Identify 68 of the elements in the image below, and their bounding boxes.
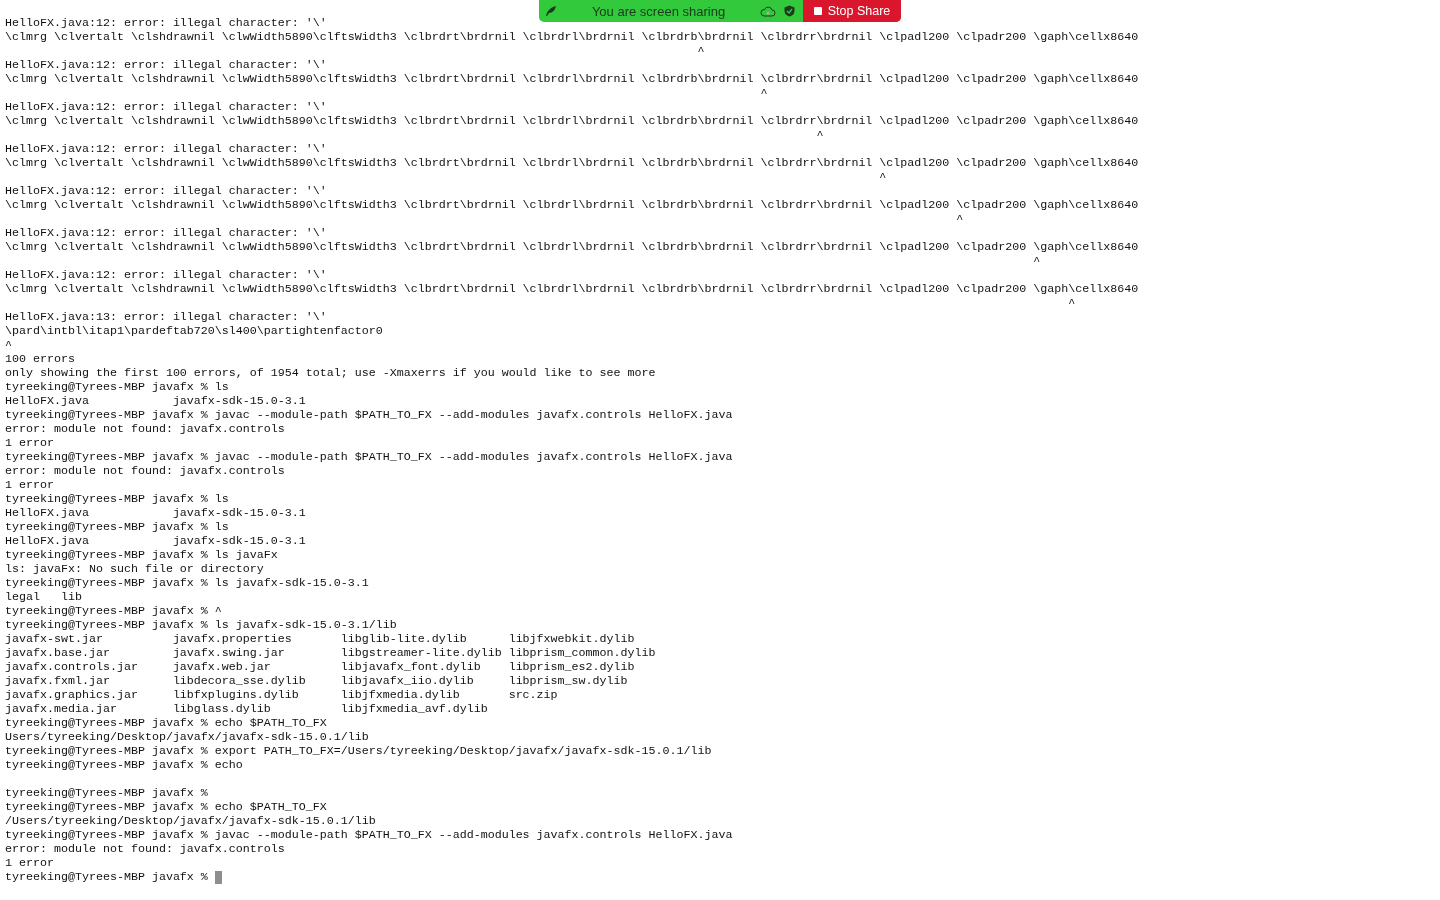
terminal-line: javafx.controls.jar javafx.web.jar libjavafx_font.dylib libprism_es2.dylib xyxy=(5,660,635,674)
stop-share-button[interactable]: Stop Share xyxy=(803,0,901,22)
terminal-line: ^ xyxy=(955,212,964,226)
text-cursor xyxy=(214,870,222,884)
terminal-line: \clmrg \clvertalt \clshdrawnil \clwWidth5890\clftsWidth3 \clbrdrt\brdrnil \clbrdrl\brdrnil \clbrdrb\brdrnil \clbrdrr\brdrnil \clpadl200 \clpadr200 \gaph\cellx8640 xyxy=(5,156,1139,170)
terminal-line: HelloFX.java javafx-sdk-15.0-3.1 xyxy=(5,506,306,520)
terminal-line: tyreeking@Tyrees-MBP javafx % ls javaFx xyxy=(5,548,278,562)
terminal-line: 1 error xyxy=(5,436,54,450)
terminal-line: HelloFX.java:12: error: illegal character: '\' xyxy=(5,100,327,114)
terminal-line: tyreeking@Tyrees-MBP javafx % echo xyxy=(5,758,243,772)
terminal-line: ^ xyxy=(815,128,824,142)
terminal-line: ^ xyxy=(5,338,12,352)
terminal-line: javafx-swt.jar javafx.properties libglib-lite.dylib libjfxwebkit.dylib xyxy=(5,632,635,646)
terminal-line: HelloFX.java:12: error: illegal character: '\' xyxy=(5,184,327,198)
terminal-line: ^ xyxy=(696,44,705,58)
terminal-line: error: module not found: javafx.controls xyxy=(5,422,285,436)
terminal-prompt: tyreeking@Tyrees-MBP javafx % xyxy=(5,870,209,884)
terminal-line: \clmrg \clvertalt \clshdrawnil \clwWidth5890\clftsWidth3 \clbrdrt\brdrnil \clbrdrl\brdrnil \clbrdrb\brdrnil \clbrdrr\brdrnil \clpadl200 \clpadr200 \gaph\cellx8640 xyxy=(5,114,1139,128)
terminal-line: tyreeking@Tyrees-MBP javafx % ^ xyxy=(5,604,222,618)
terminal-line: tyreeking@Tyrees-MBP javafx % ls javafx-sdk-15.0-3.1/lib xyxy=(5,618,397,632)
terminal-line: HelloFX.java:12: error: illegal character: '\' xyxy=(5,142,327,156)
terminal-line: javafx.base.jar javafx.swing.jar libgstreamer-lite.dylib libprism_common.dylib xyxy=(5,646,656,660)
terminal-line: only showing the first 100 errors, of 1954 total; use -Xmaxerrs if you would like to see more xyxy=(5,366,656,380)
terminal-line: 1 error xyxy=(5,856,54,870)
terminal-line: HelloFX.java:12: error: illegal character: '\' xyxy=(5,268,327,282)
leaf-icon xyxy=(545,5,557,17)
terminal-line: HelloFX.java:13: error: illegal character: '\' xyxy=(5,310,327,324)
cloud-icon[interactable] xyxy=(760,5,776,17)
terminal-line: \clmrg \clvertalt \clshdrawnil \clwWidth5890\clftsWidth3 \clbrdrt\brdrnil \clbrdrl\brdrnil \clbrdrb\brdrnil \clbrdrr\brdrnil \clpadl200 \clpadr200 \gaph\cellx8640 xyxy=(5,282,1139,296)
terminal-line: ^ xyxy=(878,170,887,184)
terminal-line: error: module not found: javafx.controls xyxy=(5,842,285,856)
stop-icon xyxy=(813,7,822,15)
terminal-line: javafx.media.jar libglass.dylib libjfxmedia_avf.dylib xyxy=(5,702,488,716)
sharing-message: You are screen sharing xyxy=(590,3,727,19)
terminal-line: tyreeking@Tyrees-MBP javafx % xyxy=(5,786,208,800)
terminal-line: ^ xyxy=(759,86,768,100)
terminal-line: 1 error xyxy=(5,478,54,492)
terminal-line: ^ xyxy=(1067,296,1076,310)
terminal-line: /Users/tyreeking/Desktop/javafx/javafx-sdk-15.0.1/lib xyxy=(5,814,376,828)
terminal-line: \pard\intbl\itap1\pardeftab720\sl400\partightenfactor0 xyxy=(5,324,383,338)
terminal-line: \clmrg \clvertalt \clshdrawnil \clwWidth5890\clftsWidth3 \clbrdrt\brdrnil \clbrdrl\brdrnil \clbrdrb\brdrnil \clbrdrr\brdrnil \clpadl200 \clpadr200 \gaph\cellx8640 xyxy=(5,198,1139,212)
terminal-line: tyreeking@Tyrees-MBP javafx % export PATH_TO_FX=/Users/tyreeking/Desktop/javafx/javafx-sdk-15.0.1/lib xyxy=(5,744,712,758)
terminal-line: javafx.graphics.jar libfxplugins.dylib libjfxmedia.dylib src.zip xyxy=(5,688,558,702)
terminal-line: HelloFX.java:12: error: illegal character: '\' xyxy=(5,58,327,72)
terminal-line: HelloFX.java javafx-sdk-15.0-3.1 xyxy=(5,394,306,408)
terminal-line: tyreeking@Tyrees-MBP javafx % ls xyxy=(5,380,229,394)
terminal-line: HelloFX.java:12: error: illegal character: '\' xyxy=(5,226,327,240)
terminal-line: tyreeking@Tyrees-MBP javafx % ls xyxy=(5,520,229,534)
terminal-line: tyreeking@Tyrees-MBP javafx % javac --module-path $PATH_TO_FX --add-modules javafx.controls HelloFX.java xyxy=(5,828,733,842)
terminal-line: error: module not found: javafx.controls xyxy=(5,464,285,478)
terminal-line: \clmrg \clvertalt \clshdrawnil \clwWidth5890\clftsWidth3 \clbrdrt\brdrnil \clbrdrl\brdrnil \clbrdrb\brdrnil \clbrdrr\brdrnil \clpadl200 \clpadr200 \gaph\cellx8640 xyxy=(5,72,1139,86)
terminal-line: tyreeking@Tyrees-MBP javafx % javac --module-path $PATH_TO_FX --add-modules javafx.controls HelloFX.java xyxy=(5,450,733,464)
terminal-line: tyreeking@Tyrees-MBP javafx % ls javafx-sdk-15.0-3.1 xyxy=(5,576,369,590)
terminal-line: HelloFX.java javafx-sdk-15.0-3.1 xyxy=(5,534,306,548)
terminal-line: ls: javaFx: No such file or directory xyxy=(5,562,264,576)
terminal-line: Users/tyreeking/Desktop/javafx/javafx-sdk-15.0.1/lib xyxy=(5,730,369,744)
terminal-line: ^ xyxy=(1032,254,1041,268)
terminal-line: tyreeking@Tyrees-MBP javafx % javac --module-path $PATH_TO_FX --add-modules javafx.controls HelloFX.java xyxy=(5,408,733,422)
terminal-line: legal lib xyxy=(5,590,82,604)
terminal-line: tyreeking@Tyrees-MBP javafx % echo $PATH_TO_FX xyxy=(5,716,327,730)
terminal-line: \clmrg \clvertalt \clshdrawnil \clwWidth5890\clftsWidth3 \clbrdrt\brdrnil \clbrdrl\brdrnil \clbrdrb\brdrnil \clbrdrr\brdrnil \clpadl200 \clpadr200 \gaph\cellx8640 xyxy=(5,240,1139,254)
shield-check-icon[interactable] xyxy=(784,5,795,17)
terminal-line: tyreeking@Tyrees-MBP javafx % ls xyxy=(5,492,229,506)
terminal-line: tyreeking@Tyrees-MBP javafx % echo $PATH_TO_FX xyxy=(5,800,327,814)
terminal-line: 100 errors xyxy=(5,352,75,366)
terminal-line: \clmrg \clvertalt \clshdrawnil \clwWidth5890\clftsWidth3 \clbrdrt\brdrnil \clbrdrl\brdrnil \clbrdrb\brdrnil \clbrdrr\brdrnil \clpadl200 \clpadr200 \gaph\cellx8640 xyxy=(5,30,1139,44)
terminal-line: HelloFX.java:12: error: illegal character: '\' xyxy=(5,16,327,30)
terminal-line: javafx.fxml.jar libdecora_sse.dylib libjavafx_iio.dylib libprism_sw.dylib xyxy=(5,674,628,688)
